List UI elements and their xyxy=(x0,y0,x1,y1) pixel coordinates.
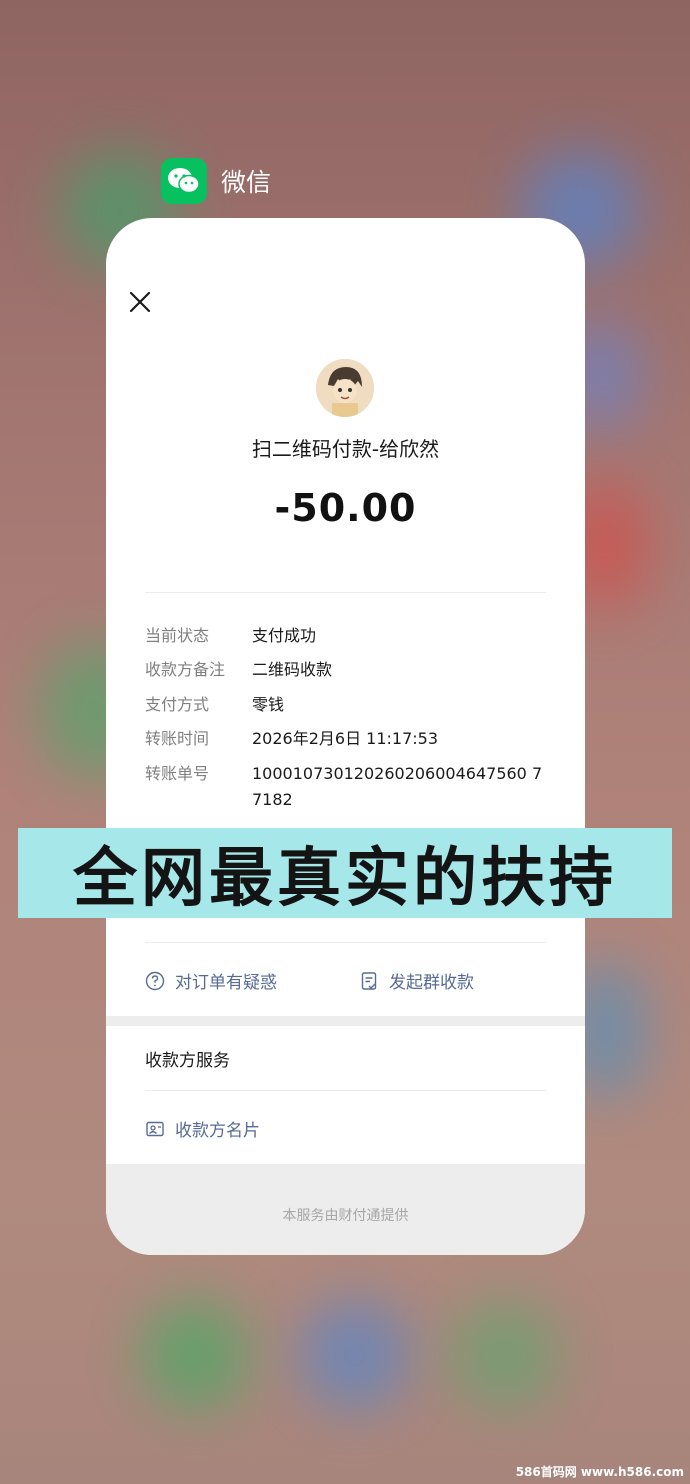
app-switcher-header[interactable]: 微信 xyxy=(161,158,271,204)
section-separator xyxy=(106,1016,585,1026)
detail-value[interactable]: 100010730120260206004647560 77182 xyxy=(252,761,552,813)
service-provider-footer: 本服务由财付通提供 xyxy=(282,1208,409,1224)
order-question-link[interactable]: 对订单有疑惑 xyxy=(145,968,277,993)
detail-value: 二维码收款 xyxy=(252,660,333,679)
detail-value: 2026年2月6日 11:17:53 xyxy=(252,729,439,748)
document-icon xyxy=(361,971,377,990)
group-collect-label: 发起群收款 xyxy=(389,973,474,993)
order-question-label: 对订单有疑惑 xyxy=(175,973,277,993)
divider xyxy=(145,592,546,593)
divider xyxy=(145,1090,546,1091)
payee-card-link[interactable]: 收款方名片 xyxy=(145,1116,260,1141)
detail-value: 支付成功 xyxy=(252,626,317,645)
contact-card-icon xyxy=(146,1121,164,1136)
payee-service-title: 收款方服务 xyxy=(145,1051,230,1071)
payee-card-label: 收款方名片 xyxy=(175,1121,260,1141)
payment-detail-card[interactable]: 扫二维码付款-给欣然 -50.00 当前状态 支付成功 收款方备注 二维码收款 … xyxy=(106,218,585,1255)
site-watermark: 586首码网 www.h586.com xyxy=(515,1465,684,1479)
detail-value: 零钱 xyxy=(252,695,285,714)
wechat-logo-icon xyxy=(161,158,207,204)
detail-label: 支付方式 xyxy=(145,695,210,714)
overlay-caption: 全网最真实的扶持 xyxy=(73,842,617,916)
detail-label: 转账单号 xyxy=(145,764,210,783)
detail-label: 转账时间 xyxy=(145,729,210,748)
close-icon[interactable] xyxy=(128,290,152,314)
question-circle-icon xyxy=(145,971,165,990)
divider xyxy=(145,942,546,943)
detail-label: 当前状态 xyxy=(145,626,210,645)
group-collect-link[interactable]: 发起群收款 xyxy=(359,968,474,993)
payment-title: 扫二维码付款-给欣然 xyxy=(251,437,440,461)
payment-amount: -50.00 xyxy=(274,486,417,530)
app-name-label: 微信 xyxy=(221,168,272,197)
detail-label: 收款方备注 xyxy=(145,660,226,679)
payee-avatar xyxy=(316,359,374,417)
